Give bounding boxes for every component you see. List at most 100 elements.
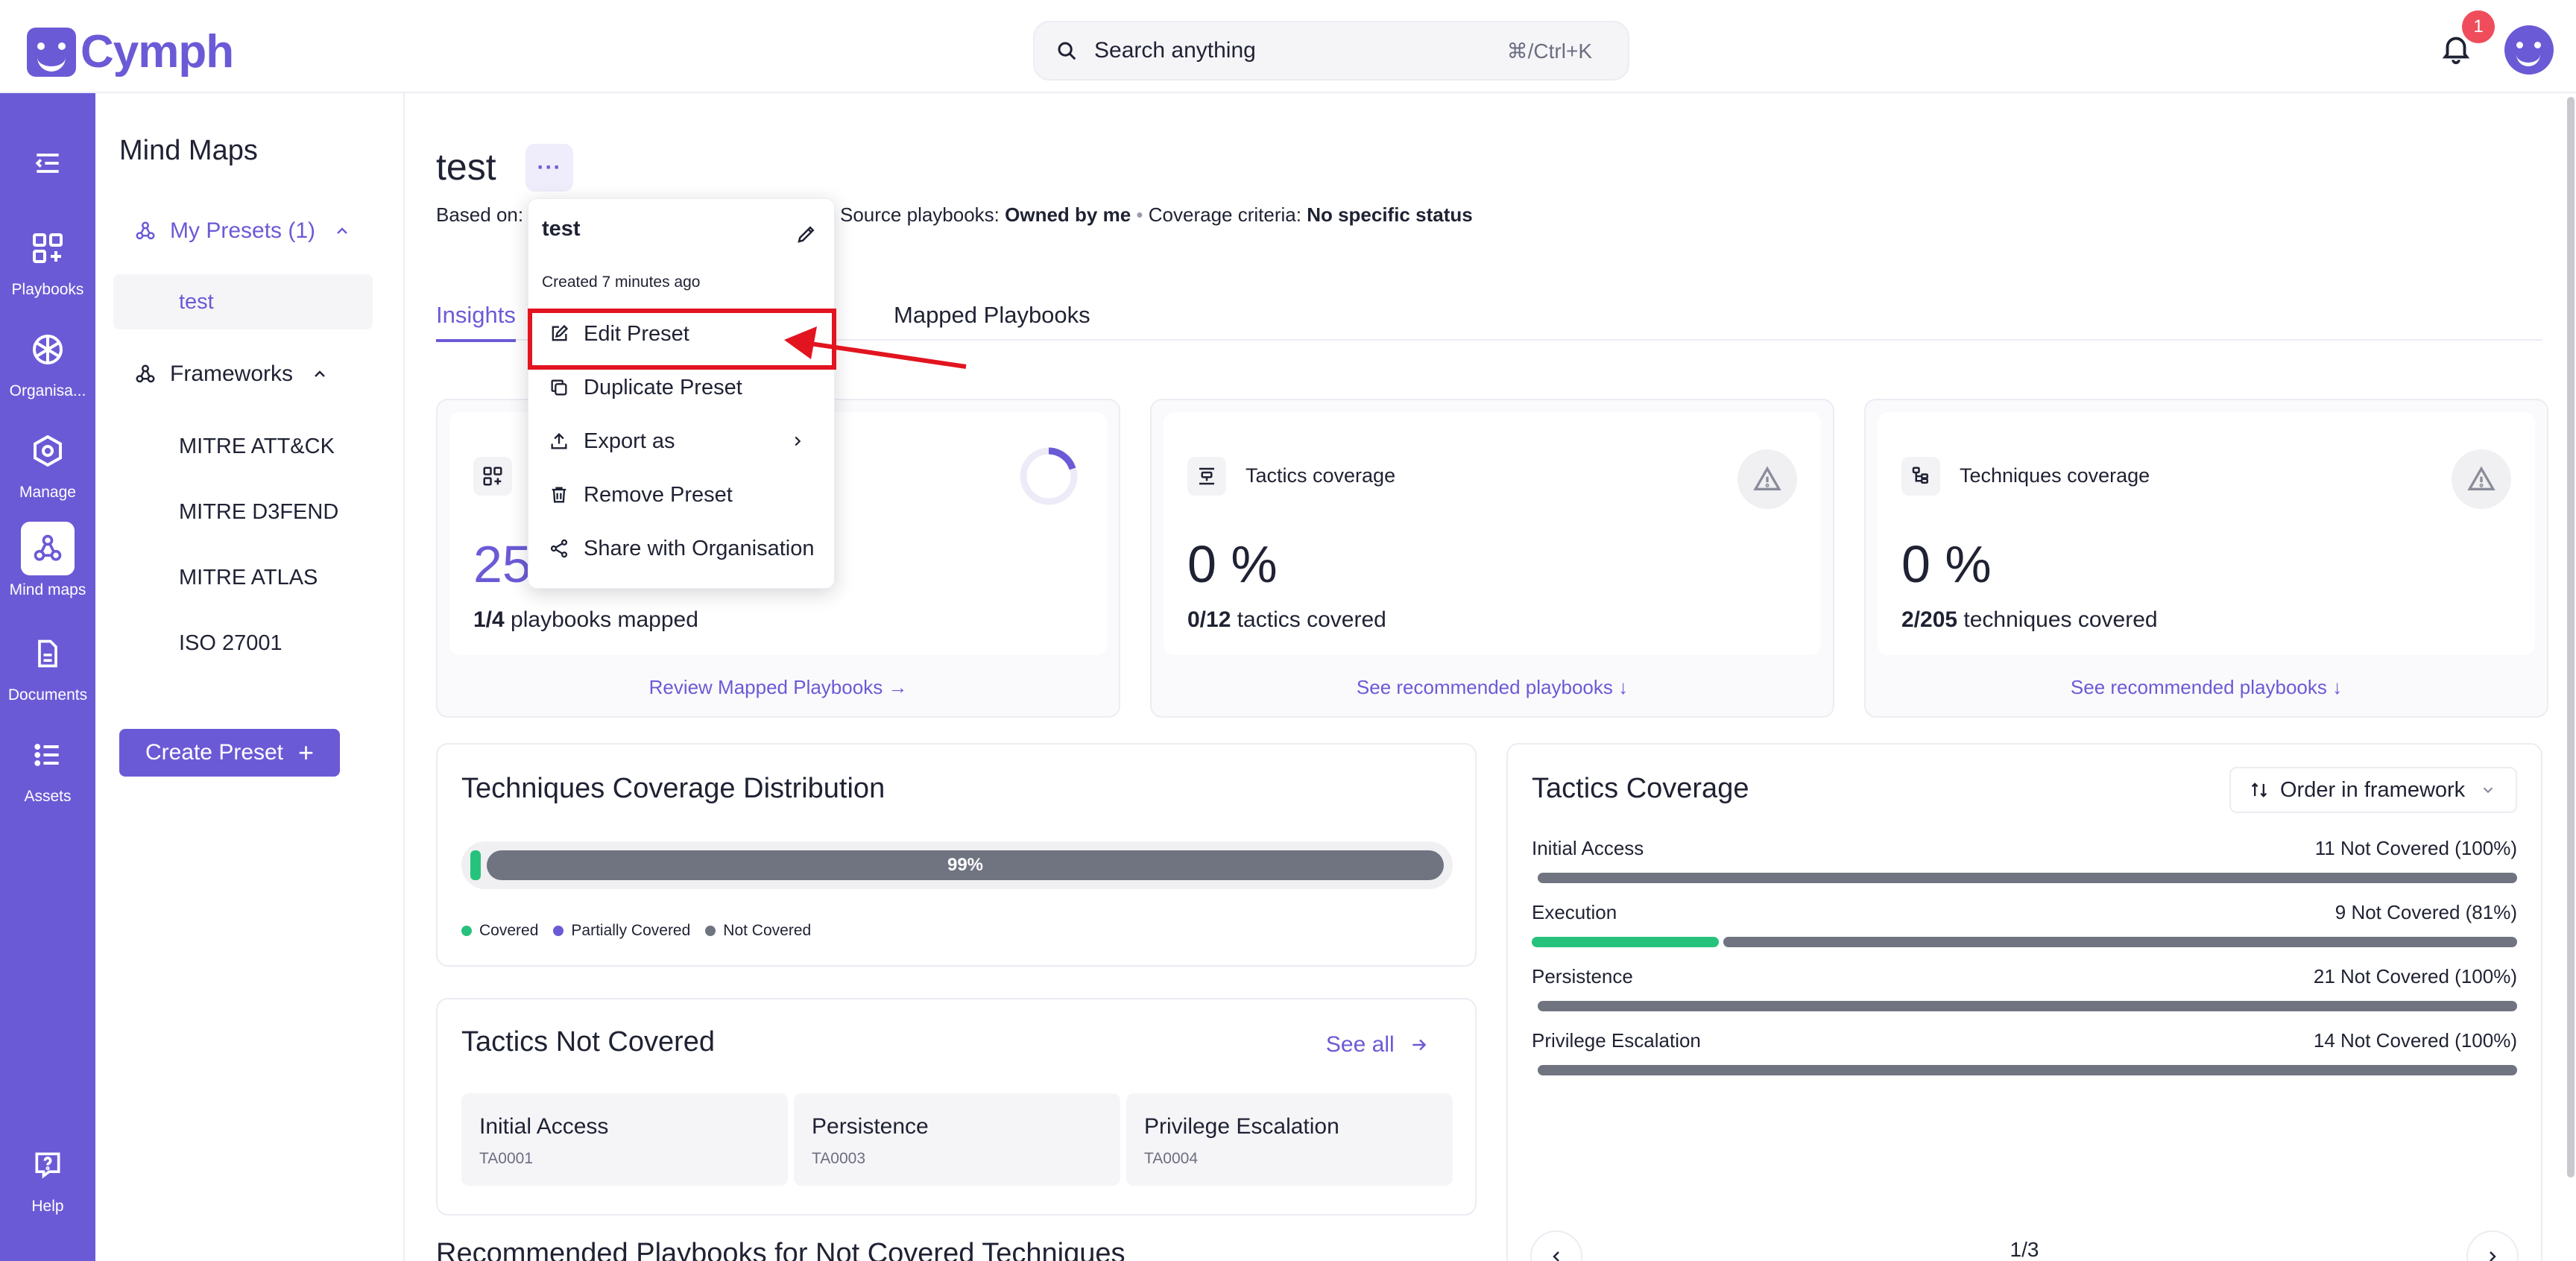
see-all-link[interactable]: See all <box>1326 1032 1429 1058</box>
menu-item-label: Export as <box>584 429 675 453</box>
legend-not-covered: Not Covered <box>705 922 811 940</box>
search-icon <box>1058 42 1076 60</box>
plus-icon: + <box>298 737 315 768</box>
tactic-id: TA0001 <box>479 1150 533 1167</box>
cymph-logo[interactable]: Cymph <box>27 25 234 78</box>
source-label: Source playbooks: <box>840 203 1000 226</box>
document-icon <box>21 627 75 680</box>
ellipsis-icon: ··· <box>537 155 562 180</box>
tab-insights[interactable]: Insights <box>436 302 516 342</box>
sort-icon <box>2251 783 2267 797</box>
trash-icon <box>546 484 572 505</box>
collapse-menu-button[interactable] <box>0 136 95 190</box>
distribution-title: Techniques Coverage Distribution <box>461 773 886 804</box>
rail-item-manage[interactable]: Manage <box>0 424 95 502</box>
tactic-name: Privilege Escalation <box>1144 1114 1339 1139</box>
recommended-playbooks-heading: Recommended Playbooks for Not Covered Te… <box>436 1238 1126 1261</box>
row-status: 11 Not Covered (100%) <box>2314 837 2517 859</box>
row-name: Execution <box>1532 901 1617 923</box>
rail-label: Help <box>31 1198 64 1215</box>
grid-plus-icon <box>21 221 75 275</box>
chevron-right-icon <box>795 436 801 446</box>
rail-label: Documents <box>7 686 88 704</box>
coverage-row-execution[interactable]: Execution 9 Not Covered (81%) <box>1532 901 2517 947</box>
chevron-up-icon[interactable] <box>333 222 351 240</box>
covered-segment <box>470 850 481 880</box>
rail-item-playbooks[interactable]: Playbooks <box>0 221 95 299</box>
sidebar-title: Mind Maps <box>119 135 258 166</box>
row-status: 9 Not Covered (81%) <box>2334 901 2517 923</box>
rail-item-assets[interactable]: Assets <box>0 728 95 806</box>
rail-item-help[interactable]: Help <box>0 1138 95 1216</box>
menu-item-share-with-organisation[interactable]: Share with Organisation <box>528 524 836 573</box>
coverage-row-initial-access[interactable]: Initial Access 11 Not Covered (100%) <box>1532 837 2517 883</box>
order-select[interactable]: Order in framework <box>2229 767 2517 813</box>
user-avatar[interactable] <box>2504 25 2554 75</box>
row-bar <box>1538 873 2517 883</box>
chevron-down-icon <box>2483 787 2493 794</box>
row-name: Initial Access <box>1532 837 1644 859</box>
rail-item-mind-maps[interactable]: Mind maps <box>0 522 95 599</box>
menu-item-remove-preset[interactable]: Remove Preset <box>528 470 836 519</box>
row-bar <box>1538 1001 2517 1011</box>
stat-body: Tactics coverage 0 % 0/12 tactics covere… <box>1164 412 1821 655</box>
techniques-coverage-card: Techniques coverage 0 % 2/205 techniques… <box>1864 399 2548 718</box>
my-presets-label: My Presets (1) <box>170 218 316 243</box>
row-status: 21 Not Covered (100%) <box>2313 965 2517 987</box>
preset-group-icon <box>136 221 155 240</box>
list-icon <box>21 728 75 782</box>
coverage-row-privilege-escalation[interactable]: Privilege Escalation 14 Not Covered (100… <box>1532 1029 2517 1075</box>
grid-plus-icon <box>473 457 512 496</box>
warning-icon <box>2452 449 2511 509</box>
row-status: 14 Not Covered (100%) <box>2313 1029 2517 1052</box>
mind-map-icon <box>21 522 75 575</box>
row-bar <box>1723 937 2517 947</box>
sidebar-item-test[interactable]: test <box>113 274 373 329</box>
tactic-name: Persistence <box>812 1114 929 1139</box>
annotation-arrow <box>784 326 967 369</box>
cube-icon <box>21 323 75 376</box>
coverage-row-persistence[interactable]: Persistence 21 Not Covered (100%) <box>1532 965 2517 1011</box>
tactics-coverage-panel: Tactics Coverage Order in framework Init… <box>1506 743 2542 1261</box>
tactic-id: TA0004 <box>1144 1150 1198 1167</box>
next-page-button[interactable] <box>2466 1230 2519 1261</box>
distribution-legend: Covered Partially Covered Not Covered <box>461 922 826 940</box>
see-recommended-playbooks-link[interactable]: See recommended playbooks ↓ <box>1866 676 2547 699</box>
search-bar[interactable]: Search anything ⌘/Ctrl+K <box>1033 21 1629 80</box>
page-scrollbar[interactable] <box>2567 97 2575 1178</box>
menu-item-export-as[interactable]: Export as <box>528 417 836 466</box>
tactic-card-privilege-escalation[interactable]: Privilege Escalation TA0004 <box>1126 1093 1453 1186</box>
menu-collapse-icon <box>21 136 75 190</box>
notification-badge: 1 <box>2462 10 2495 43</box>
copy-icon <box>546 377 572 398</box>
tactics-percent: 0 % <box>1187 535 1278 593</box>
menu-item-label: Duplicate Preset <box>584 375 742 399</box>
row-name: Persistence <box>1532 965 1633 987</box>
top-bar: Cymph Search anything ⌘/Ctrl+K 1 <box>0 0 2576 93</box>
arrow-right-icon <box>1412 1039 1427 1051</box>
pencil-icon[interactable] <box>795 223 818 245</box>
row-name: Privilege Escalation <box>1532 1029 1701 1052</box>
tactics-coverage-panel-title: Tactics Coverage <box>1532 773 1749 804</box>
page-indicator: 1/3 <box>2010 1238 2039 1261</box>
create-preset-button[interactable]: Create Preset + <box>119 729 340 777</box>
rail-label: Organisa... <box>9 382 86 399</box>
preset-options-menu: test Created 7 minutes ago Edit Preset D… <box>528 198 835 589</box>
tactics-coverage-title: Tactics coverage <box>1246 464 1396 487</box>
see-recommended-playbooks-link[interactable]: See recommended playbooks ↓ <box>1152 676 1833 699</box>
my-presets-group[interactable]: My Presets (1) <box>134 218 351 244</box>
tactic-card-persistence[interactable]: Persistence TA0003 <box>794 1093 1120 1186</box>
rail-label: Mind maps <box>9 581 86 598</box>
chevron-up-icon[interactable] <box>311 365 329 383</box>
rail-item-documents[interactable]: Documents <box>0 627 95 704</box>
frameworks-group[interactable]: Frameworks <box>134 361 329 387</box>
search-shortcut: ⌘/Ctrl+K <box>1506 39 1592 63</box>
page-title: test <box>436 146 496 188</box>
techniques-percent: 0 % <box>1901 535 1992 593</box>
more-options-button[interactable]: ··· <box>525 144 573 192</box>
tactic-card-initial-access[interactable]: Initial Access TA0001 <box>461 1093 788 1186</box>
rail-item-organisation[interactable]: Organisa... <box>0 323 95 400</box>
not-covered-segment: 99% <box>487 850 1444 880</box>
review-mapped-playbooks-link[interactable]: Review Mapped Playbooks → <box>438 676 1119 699</box>
tactics-coverage-card: Tactics coverage 0 % 0/12 tactics covere… <box>1150 399 1834 718</box>
